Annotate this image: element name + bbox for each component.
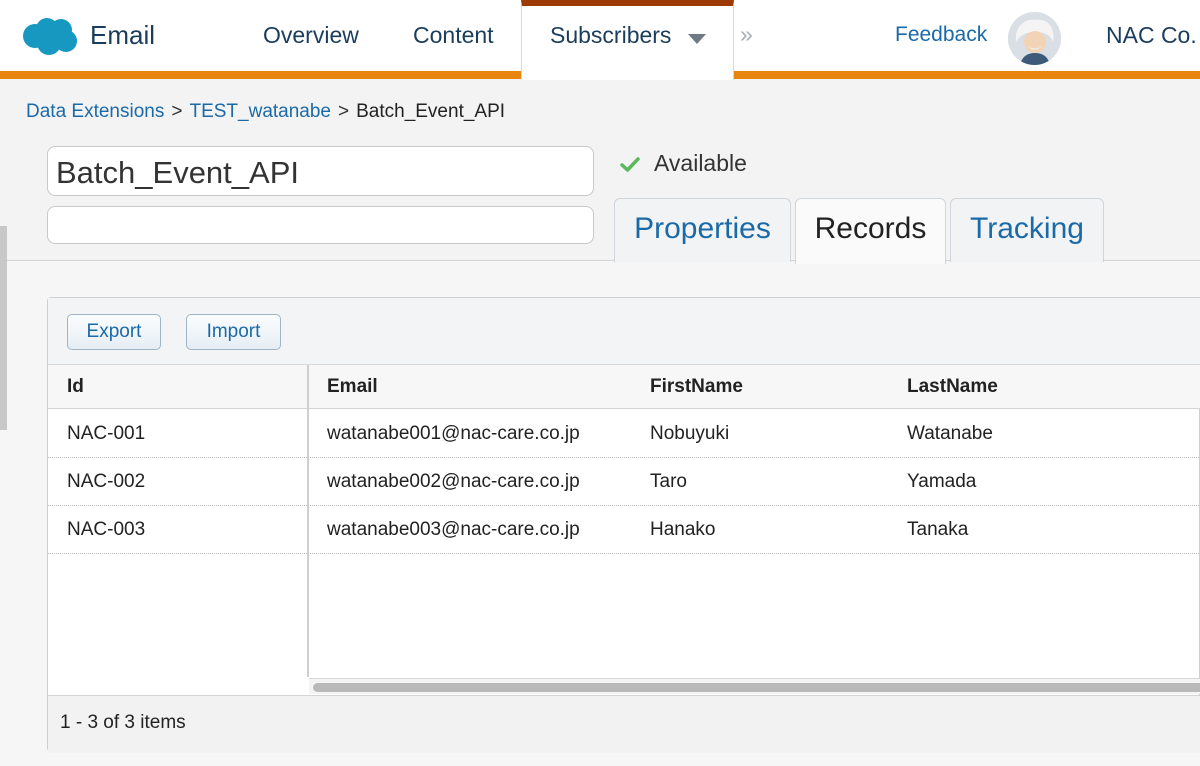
breadcrumb-folder[interactable]: TEST_watanabe [189,101,331,122]
table-row[interactable]: NAC-002 watanabe002@nac-care.co.jp Taro … [48,458,1200,506]
data-extension-description-field[interactable] [47,206,594,244]
table-row[interactable]: NAC-001 watanabe001@nac-care.co.jp Nobuy… [48,410,1200,458]
feedback-link[interactable]: Feedback [895,23,987,47]
check-icon [620,157,640,172]
pager: 1 - 3 of 3 items [48,695,1200,753]
breadcrumb-separator: > [338,101,350,122]
more-nav-icon[interactable]: » [740,21,753,48]
user-avatar[interactable] [1008,12,1061,65]
frozen-column-divider [307,365,309,677]
salesforce-cloud-logo[interactable] [20,16,78,56]
grid-header: Id Email FirstName LastName [48,365,1200,409]
nav-content[interactable]: Content [413,22,494,49]
horizontal-scrollbar[interactable] [309,678,1200,694]
breadcrumb-separator: > [171,101,183,122]
cell-firstname: Taro [650,471,687,492]
side-panel-handle[interactable] [0,226,7,430]
cell-id: NAC-002 [67,471,146,492]
column-header-id[interactable]: Id [67,376,84,398]
import-button[interactable]: Import [186,314,281,350]
data-extension-name-field[interactable]: Batch_Event_API [47,146,594,196]
cell-email: watanabe003@nac-care.co.jp [327,519,580,540]
nav-subscribers-label: Subscribers [550,22,672,48]
breadcrumb-current: Batch_Event_API [356,101,506,122]
cell-lastname: Yamada [907,471,977,492]
nav-subscribers[interactable]: Subscribers [521,0,734,80]
cell-id: NAC-001 [67,423,146,444]
pager-item-count: 1 - 3 of 3 items [60,712,186,733]
records-panel: Export Import Id Email FirstName LastNam… [47,297,1200,753]
cell-email: watanabe002@nac-care.co.jp [327,471,580,492]
records-toolbar: Export Import [48,298,1200,365]
status-label: Available [654,150,747,176]
einstein-avatar-icon [1008,12,1061,65]
cell-id: NAC-003 [67,519,146,540]
status-indicator: Available [620,150,747,177]
breadcrumb: Data Extensions > TEST_watanabe > Batch_Even… [26,101,505,123]
tab-tracking[interactable]: Tracking [950,198,1104,262]
cell-firstname: Hanako [650,519,716,540]
export-button[interactable]: Export [67,314,161,350]
table-row[interactable]: NAC-003 watanabe003@nac-care.co.jp Hanak… [48,506,1200,554]
top-nav: Email Overview Content Subscribers » Fee… [0,0,1200,80]
nav-overview[interactable]: Overview [263,22,359,49]
app-name[interactable]: Email [90,20,155,51]
cell-lastname: Watanabe [907,423,993,444]
tab-records[interactable]: Records [795,198,946,264]
breadcrumb-data-extensions[interactable]: Data Extensions [26,101,164,122]
scrollbar-thumb[interactable] [313,683,1200,692]
column-header-lastname[interactable]: LastName [907,376,998,398]
cell-firstname: Nobuyuki [650,423,730,444]
cell-email: watanabe001@nac-care.co.jp [327,423,580,444]
caret-down-icon[interactable] [688,34,706,44]
tab-properties[interactable]: Properties [614,198,791,262]
column-header-firstname[interactable]: FirstName [650,376,743,398]
org-name[interactable]: NAC Co. [1106,22,1197,49]
column-header-email[interactable]: Email [327,376,378,398]
cell-lastname: Tanaka [907,519,969,540]
